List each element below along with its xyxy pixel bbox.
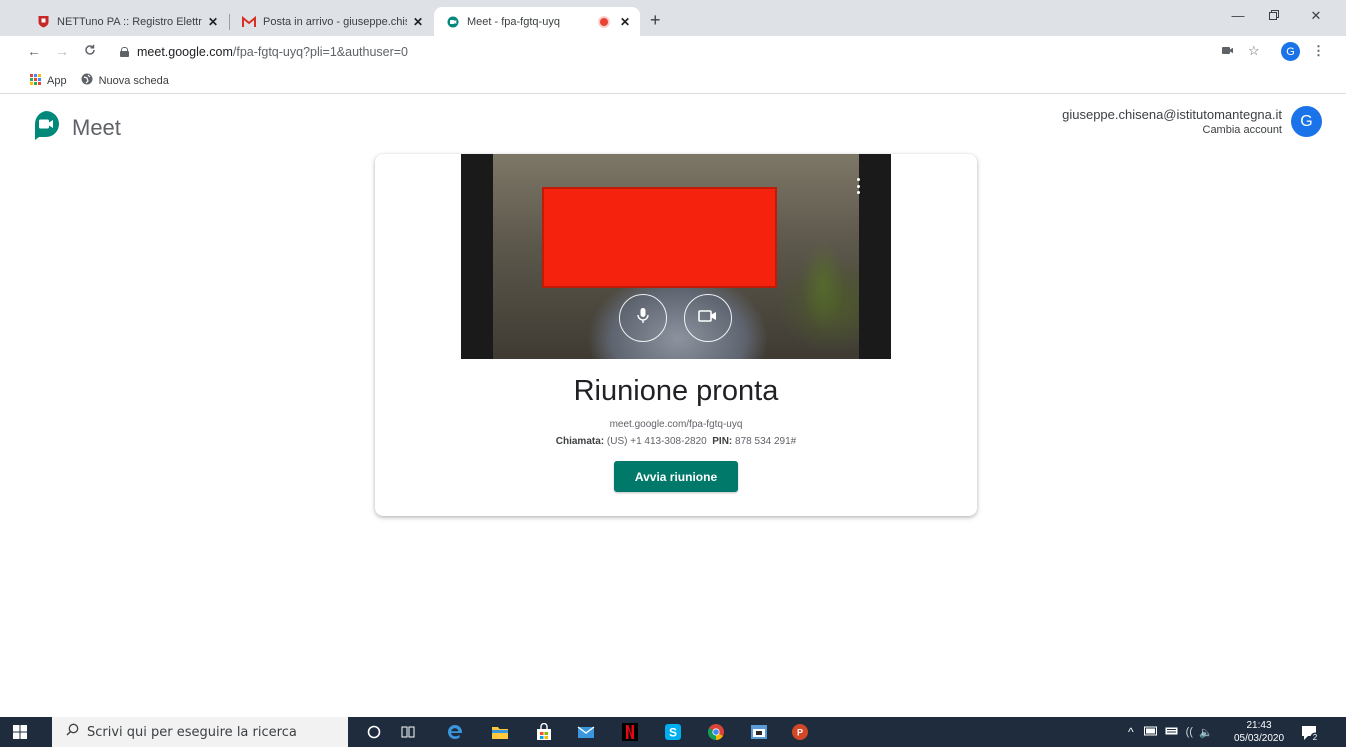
clock-date: 05/03/2020 <box>1233 733 1285 744</box>
new-tab-button[interactable]: + <box>650 11 661 29</box>
bookmark-label: Nuova scheda <box>98 74 169 87</box>
windows-logo-icon <box>13 725 27 739</box>
bookmarks-bar: App Nuova scheda <box>0 68 1346 94</box>
pin-value: 878 534 291# <box>735 436 797 447</box>
close-icon[interactable]: ✕ <box>411 15 425 29</box>
reload-icon[interactable] <box>82 43 98 59</box>
mail-icon[interactable] <box>575 721 597 743</box>
battery-icon[interactable] <box>1143 726 1157 739</box>
tab-title: Posta in arrivo - giuseppe.chisen <box>263 15 407 28</box>
chevron-up-icon[interactable]: ^ <box>1128 725 1134 739</box>
minimize-icon[interactable]: — <box>1228 8 1248 23</box>
camera-toggle-button[interactable] <box>684 294 732 342</box>
address-bar[interactable]: meet.google.com/fpa-fgtq-uyq?pli=1&authu… <box>108 40 1212 64</box>
cortana-icon[interactable] <box>363 721 385 743</box>
chrome-icon[interactable] <box>705 721 727 743</box>
browser-toolbar: ← → meet.google.com/fpa-fgtq-uyq?pli=1&a… <box>0 36 1346 68</box>
tab-title: NETTuno PA :: Registro Elettronic <box>57 15 202 28</box>
meeting-link: meet.google.com/fpa-fgtq-uyq <box>609 419 743 430</box>
powerpoint-icon[interactable]: P <box>789 721 811 743</box>
dial-in-info: Chiamata: (US) +1 413-308-2820 PIN: 878 … <box>375 436 977 447</box>
wifi-icon[interactable]: (( <box>1186 726 1193 738</box>
dial-label: Chiamata: <box>555 436 605 447</box>
edge-icon[interactable] <box>444 721 466 743</box>
recording-indicator-icon <box>600 17 608 26</box>
volume-icon[interactable]: 🔈 <box>1199 726 1213 739</box>
url-host: meet.google.com <box>137 45 233 59</box>
file-explorer-icon[interactable] <box>489 721 511 743</box>
redaction-box <box>542 187 777 288</box>
restore-icon[interactable] <box>1264 8 1284 23</box>
tab-title: Meet - fpa-fgtq-uyq <box>467 15 560 28</box>
svg-text:S: S <box>669 726 677 740</box>
bookmark-new-tab[interactable]: Nuova scheda <box>81 73 169 88</box>
account-email: giuseppe.chisena@istitutomantegna.it <box>1062 107 1282 122</box>
profile-avatar[interactable]: G <box>1281 42 1300 61</box>
camera-preview <box>461 154 891 359</box>
notifications-icon[interactable]: 2 <box>1300 723 1320 748</box>
task-view-icon[interactable] <box>397 721 419 743</box>
more-options-icon[interactable] <box>857 178 861 194</box>
bookmark-star-icon[interactable]: ☆ <box>1248 43 1260 59</box>
close-window-icon[interactable]: ✕ <box>1306 8 1326 24</box>
globe-icon <box>81 73 93 88</box>
video-camera-icon <box>698 309 718 328</box>
close-icon[interactable]: ✕ <box>618 15 632 29</box>
close-icon[interactable]: ✕ <box>206 15 220 29</box>
meeting-status-title: Riunione pronta <box>573 375 779 407</box>
menu-kebab-icon[interactable]: ⋮ <box>1312 43 1325 59</box>
microphone-toggle-button[interactable] <box>619 294 667 342</box>
meet-logo[interactable]: Meet <box>32 110 121 145</box>
meet-wordmark: Meet <box>72 114 121 140</box>
netflix-icon[interactable] <box>619 721 641 743</box>
tab-meet[interactable]: Meet - fpa-fgtq-uyq ✕ <box>434 7 640 36</box>
gmail-icon <box>242 15 256 29</box>
taskbar-search-box[interactable]: Scrivi qui per eseguire la ricerca <box>52 717 348 747</box>
url-path: /fpa-fgtq-uyq?pli=1&authuser=0 <box>232 45 409 59</box>
notification-count: 2 <box>1313 733 1318 742</box>
nettuno-shield-icon <box>36 15 50 29</box>
forward-icon[interactable]: → <box>54 43 70 59</box>
dial-number: (US) +1 413-308-2820 <box>606 436 707 447</box>
start-meeting-button[interactable]: Avvia riunione <box>614 461 738 492</box>
pin-label: PIN: <box>712 436 733 447</box>
tab-nettuno[interactable]: NETTuno PA :: Registro Elettronic ✕ <box>24 7 228 36</box>
microphone-icon <box>636 307 650 330</box>
lock-icon <box>120 47 129 57</box>
taskbar-clock[interactable]: 21:43 05/03/2020 <box>1228 719 1290 745</box>
keyboard-icon[interactable] <box>1165 726 1178 739</box>
account-info: giuseppe.chisena@istitutomantegna.it Cam… <box>1062 107 1282 136</box>
camera-in-use-icon[interactable] <box>1222 43 1234 58</box>
search-icon <box>66 723 79 741</box>
back-icon[interactable]: ← <box>26 43 42 59</box>
app-window-icon[interactable] <box>748 721 770 743</box>
meeting-ready-card: Riunione pronta meet.google.com/fpa-fgtq… <box>375 154 977 516</box>
meet-icon <box>446 15 460 29</box>
clock-time: 21:43 <box>1246 720 1272 731</box>
bookmark-label: App <box>47 74 67 87</box>
svg-text:P: P <box>797 728 803 738</box>
switch-account-link[interactable]: Cambia account <box>1062 124 1283 136</box>
tab-gmail[interactable]: Posta in arrivo - giuseppe.chisen ✕ <box>230 7 433 36</box>
apps-grid-icon <box>30 73 41 88</box>
store-icon[interactable] <box>533 721 555 743</box>
skype-icon[interactable]: S <box>662 721 684 743</box>
search-placeholder: Scrivi qui per eseguire la ricerca <box>87 724 297 740</box>
system-tray: ^ (( 🔈 <box>1128 717 1213 747</box>
windows-start-button[interactable] <box>0 717 40 747</box>
account-avatar[interactable]: G <box>1291 106 1322 137</box>
meet-icon <box>32 110 60 145</box>
url-text: meet.google.com/fpa-fgtq-uyq?pli=1&authu… <box>137 45 408 59</box>
bookmark-apps[interactable]: App <box>30 73 67 88</box>
